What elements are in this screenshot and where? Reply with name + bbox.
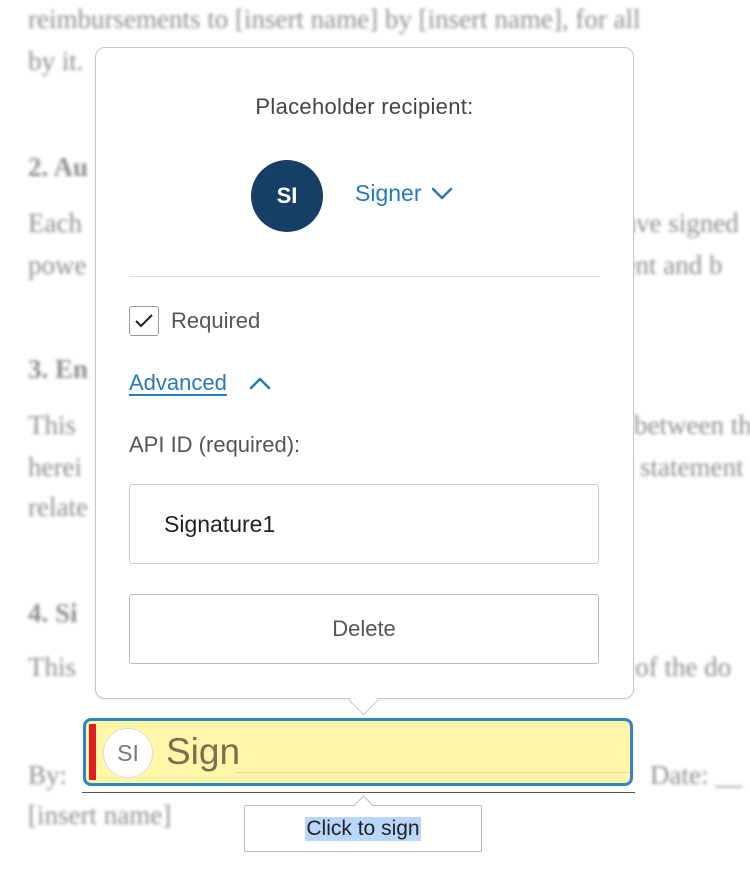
chevron-down-icon [432, 187, 453, 199]
document-line: Each [28, 208, 82, 238]
divider [129, 276, 600, 277]
document-line: powe [28, 250, 87, 280]
signer-dropdown[interactable]: Signer [355, 180, 453, 207]
document-line: 4. Si [28, 598, 78, 628]
signer-dropdown-label: Signer [355, 180, 422, 206]
document-line-fragment: between th [634, 410, 750, 440]
placeholder-recipient-label: Placeholder recipient: [255, 94, 474, 119]
document-line: This [28, 410, 77, 440]
api-id-input[interactable] [129, 484, 599, 564]
advanced-link[interactable]: Advanced [129, 370, 227, 396]
tooltip-text: Click to sign [305, 816, 421, 841]
document-line: relate [28, 492, 88, 522]
signature-underline [82, 792, 635, 793]
signature-field-label: Sign [166, 731, 241, 772]
document-line-fragment: s of the do [618, 652, 732, 682]
required-indicator [89, 724, 96, 780]
delete-button[interactable]: Delete [129, 594, 599, 664]
required-checkbox[interactable] [129, 306, 159, 336]
date-label: Date: __ [650, 760, 743, 790]
required-label: Required [171, 308, 261, 333]
field-settings-popover: Placeholder recipient: SI Signer Require… [95, 47, 634, 699]
signature-field[interactable]: SI Sign [83, 718, 633, 786]
signature-field-avatar: SI [103, 728, 153, 778]
document-line: 2. Au [28, 152, 89, 182]
chevron-up-icon [249, 377, 271, 390]
document-line-fragment: ave signed [624, 208, 739, 238]
document-line-fragment: statement [640, 452, 744, 482]
by-label: By: [28, 760, 68, 790]
document-line: This [28, 652, 77, 682]
required-toggle[interactable]: Required [129, 306, 260, 336]
signature-field-baseline [236, 772, 630, 773]
name-placeholder: [insert name] [28, 800, 172, 830]
document-line: 3. En [28, 354, 89, 384]
document-line: by it. [28, 46, 84, 76]
advanced-toggle[interactable]: Advanced [129, 370, 271, 396]
document-line: herei [28, 452, 82, 482]
check-icon [135, 314, 153, 328]
api-id-label: API ID (required): [129, 432, 301, 457]
recipient-avatar: SI [251, 160, 323, 232]
document-line: reimbursements to [insert name] by [inse… [28, 4, 641, 34]
